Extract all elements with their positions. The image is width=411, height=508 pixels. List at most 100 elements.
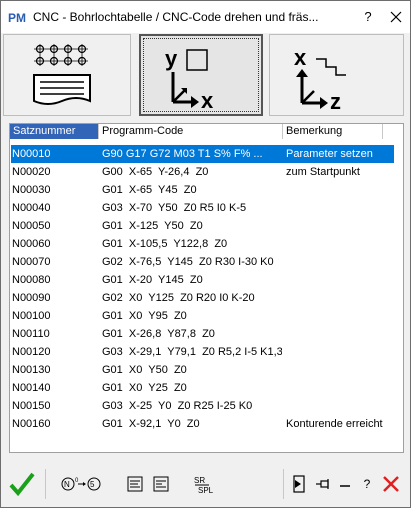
- turning-xy-axes-icon: y x: [165, 46, 214, 113]
- cell-programm-code: G01 X0 Y50 Z0: [102, 364, 187, 376]
- cell-programm-code: G01 X-65 Y45 Z0: [102, 184, 197, 196]
- edit-list-alt-button[interactable]: [151, 469, 171, 499]
- milling-xz-axes-icon: x z: [294, 45, 346, 114]
- cell-satznummer: N00120: [12, 346, 51, 358]
- column-header-bemerkung[interactable]: Bemerkung: [283, 124, 383, 139]
- title-help-button[interactable]: ?: [356, 5, 380, 29]
- table-row[interactable]: N00030 G01 X-65 Y45 Z0: [11, 181, 394, 199]
- fraesen-button[interactable]: x z: [269, 34, 404, 116]
- cell-programm-code: G01 X-26,8 Y87,8 Z0: [102, 328, 215, 340]
- svg-text:y: y: [165, 46, 178, 71]
- svg-text:N: N: [64, 480, 70, 489]
- cell-programm-code: G01 X-20 Y145 Z0: [102, 274, 203, 286]
- table-row[interactable]: N00010 G90 G17 G72 M03 T1 S% F% ... Parame…: [11, 145, 394, 163]
- cell-programm-code: G02 X-76,5 Y145 Z0 R30 I-30 K0: [102, 256, 274, 268]
- svg-text:SPL: SPL: [198, 486, 214, 494]
- table-header: Satznummer Programm-Code Bemerkung: [10, 124, 403, 141]
- cnc-code-table[interactable]: Satznummer Programm-Code Bemerkung N0001…: [9, 123, 404, 453]
- svg-text:0: 0: [75, 478, 79, 484]
- table-row[interactable]: N00120 G03 X-29,1 Y79,1 Z0 R5,2 I-5 K1,3: [11, 343, 394, 361]
- app-logo-icon: PM: [8, 9, 26, 25]
- edit-list-alt-icon: [153, 476, 169, 492]
- table-row[interactable]: N00080 G01 X-20 Y145 Z0: [11, 271, 394, 289]
- help-button[interactable]: ?: [359, 469, 375, 499]
- table-row[interactable]: N00090 G02 X0 Y125 Z0 R20 I0 K-20: [11, 289, 394, 307]
- cell-programm-code: G01 X0 Y25 Z0: [102, 382, 187, 394]
- cell-programm-code: G01 X-125 Y50 Z0: [102, 220, 203, 232]
- renumber-n-icon: N 0 5: [61, 477, 101, 491]
- red-x-icon: [383, 476, 399, 492]
- edit-list-icon: [127, 476, 143, 492]
- svg-text:x: x: [294, 45, 307, 70]
- bohrlochtabelle-button[interactable]: [3, 34, 131, 116]
- table-row[interactable]: N00160 G01 X-92,1 Y0 Z0 Konturende erreich…: [11, 415, 394, 433]
- cell-satznummer: N00150: [12, 400, 51, 412]
- pin-icon: [316, 479, 329, 489]
- table-row[interactable]: N00150 G03 X-25 Y0 Z0 R25 I-25 K0: [11, 397, 394, 415]
- title-bar: PM CNC - Bohrlochtabelle / CNC-Code dreh…: [1, 1, 410, 33]
- svg-text:PM: PM: [8, 11, 26, 25]
- hole-pattern-table-icon: [33, 44, 91, 105]
- cell-programm-code: G01 X-105,5 Y122,8 Z0: [102, 238, 228, 250]
- cell-satznummer: N00080: [12, 274, 51, 286]
- table-row[interactable]: N00110 G01 X-26,8 Y87,8 Z0: [11, 325, 394, 343]
- cell-satznummer: N00030: [12, 184, 51, 196]
- table-row[interactable]: N00140 G01 X0 Y25 Z0: [11, 379, 394, 397]
- renumber-button[interactable]: N 0 5: [57, 469, 105, 499]
- cell-satznummer: N00070: [12, 256, 51, 268]
- window-title: CNC - Bohrlochtabelle / CNC-Code drehen …: [33, 10, 319, 24]
- edit-list-button[interactable]: [125, 469, 145, 499]
- cancel-button[interactable]: [379, 469, 403, 499]
- cell-satznummer: N00100: [12, 310, 51, 322]
- cell-programm-code: G02 X0 Y125 Z0 R20 I0 K-20: [102, 292, 255, 304]
- export-button[interactable]: [289, 469, 309, 499]
- cell-satznummer: N00090: [12, 292, 51, 304]
- cell-bemerkung: zum Startpunkt: [286, 166, 360, 178]
- cell-programm-code: G03 X-70 Y50 Z0 R5 I0 K-5: [102, 202, 247, 214]
- separator: [45, 469, 46, 499]
- table-row[interactable]: N00020 G00 X-65 Y-26,4 Z0 zum Startpunkt: [11, 163, 394, 181]
- drehen-button[interactable]: y x: [139, 34, 263, 116]
- cell-satznummer: N00010: [12, 148, 51, 160]
- pin-button[interactable]: [313, 469, 333, 499]
- table-row[interactable]: N00130 G01 X0 Y50 Z0: [11, 361, 394, 379]
- cnc-dialog-window: PM CNC - Bohrlochtabelle / CNC-Code dreh…: [0, 0, 411, 508]
- cell-bemerkung: Parameter setzen: [286, 148, 373, 160]
- table-row[interactable]: N00060 G01 X-105,5 Y122,8 Z0: [11, 235, 394, 253]
- svg-text:x: x: [201, 88, 214, 113]
- svg-text:SR: SR: [194, 476, 205, 485]
- close-icon: [390, 11, 402, 23]
- cell-satznummer: N00130: [12, 364, 51, 376]
- table-row[interactable]: N00100 G01 X0 Y95 Z0: [11, 307, 394, 325]
- cell-satznummer: N00040: [12, 202, 51, 214]
- cell-programm-code: G01 X-92,1 Y0 Z0: [102, 418, 200, 430]
- cell-satznummer: N00050: [12, 220, 51, 232]
- separator: [283, 469, 284, 499]
- cell-satznummer: N00160: [12, 418, 51, 430]
- code-format-icon: SR SPL: [194, 476, 214, 494]
- code-format-button[interactable]: SR SPL: [191, 469, 215, 499]
- column-header-satznummer[interactable]: Satznummer: [10, 124, 99, 139]
- green-check-icon: [9, 472, 35, 497]
- ok-button[interactable]: [7, 469, 37, 499]
- minimize-icon: [340, 485, 350, 487]
- help-icon: ?: [363, 477, 371, 491]
- close-button[interactable]: [384, 5, 408, 29]
- cell-programm-code: G01 X0 Y95 Z0: [102, 310, 187, 322]
- cell-programm-code: G90 G17 G72 M03 T1 S% F% ...: [102, 148, 263, 160]
- cell-satznummer: N00060: [12, 238, 51, 250]
- minimize-button[interactable]: [337, 469, 353, 499]
- table-row[interactable]: N00070 G02 X-76,5 Y145 Z0 R30 I-30 K0: [11, 253, 394, 271]
- cell-satznummer: N00140: [12, 382, 51, 394]
- bottom-toolbar: N 0 5 SR SPL ?: [1, 461, 410, 507]
- cell-programm-code: G03 X-29,1 Y79,1 Z0 R5,2 I-5 K1,3: [102, 346, 282, 358]
- table-row[interactable]: N00050 G01 X-125 Y50 Z0: [11, 217, 394, 235]
- svg-text:z: z: [330, 89, 341, 114]
- cell-satznummer: N00020: [12, 166, 51, 178]
- cell-programm-code: G00 X-65 Y-26,4 Z0: [102, 166, 209, 178]
- svg-text:5: 5: [90, 480, 95, 489]
- table-row[interactable]: N00040 G03 X-70 Y50 Z0 R5 I0 K-5: [11, 199, 394, 217]
- cell-bemerkung: Konturende erreicht: [286, 418, 383, 430]
- cell-programm-code: G03 X-25 Y0 Z0 R25 I-25 K0: [102, 400, 253, 412]
- column-header-programm-code[interactable]: Programm-Code: [99, 124, 283, 139]
